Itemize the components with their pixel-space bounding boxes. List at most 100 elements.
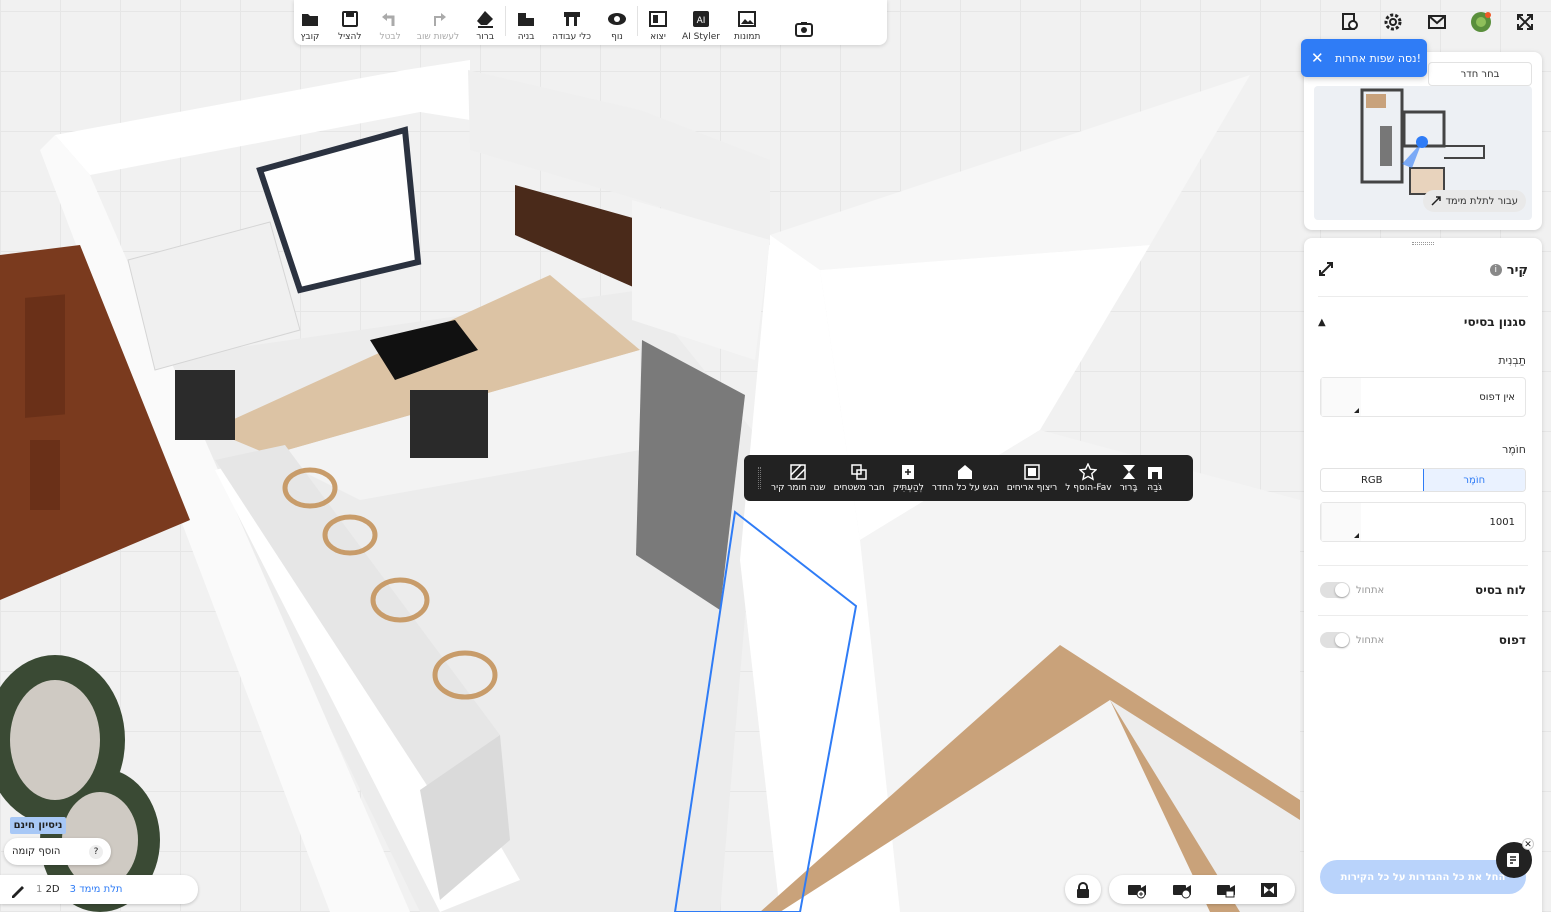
basic-style-section-header[interactable]: סגנון בסיסי ▲ (1318, 312, 1526, 332)
save-label: להציל (338, 32, 362, 42)
copy-icon (902, 465, 915, 479)
tab-material[interactable]: חוֹמֶר (1422, 469, 1525, 491)
split-view-icon[interactable] (1260, 881, 1278, 899)
top-toolbar: קובץ להציל לבטל לעשות שוב ברור בניה כלי … (294, 0, 887, 45)
star-icon (1079, 463, 1098, 481)
view-label: נוף (611, 32, 623, 42)
build-label: בניה (517, 32, 535, 42)
save-button[interactable]: להציל (336, 0, 363, 42)
baseboard-row: לוח בסיס אתחול (1320, 580, 1526, 600)
fullscreen-icon (1517, 14, 1533, 30)
search-plan-icon (1342, 13, 1358, 30)
apply-room-button[interactable]: הגש על כל החדר (928, 458, 1003, 498)
camera-list-icon[interactable] (1215, 881, 1237, 899)
tile-arrays-button[interactable]: ריצוף אריחים (1003, 458, 1061, 498)
toolbar-drag-handle[interactable] (758, 467, 761, 489)
template-select[interactable]: אין דפוס (1320, 377, 1526, 417)
basic-style-title: סגנון בסיסי (1463, 315, 1526, 329)
pencil-icon[interactable] (10, 882, 26, 898)
join-surfaces-button[interactable]: חבר משטחים (830, 458, 889, 498)
add-camera-icon[interactable] (1126, 881, 1148, 899)
redo-label: לעשות שוב (416, 32, 460, 42)
settings-button[interactable] (1381, 10, 1405, 34)
feedback-button[interactable]: ✕ (1496, 838, 1534, 878)
baseboard-state: אתחול (1356, 584, 1385, 596)
template-swatch (1321, 378, 1361, 416)
build-button[interactable]: בניה (514, 0, 538, 42)
3d-cube-icon (1431, 196, 1442, 206)
eraser-icon (477, 11, 494, 28)
fullscreen-button[interactable] (1513, 10, 1537, 34)
material-select[interactable]: 1001 (1320, 502, 1526, 542)
choose-room-button[interactable]: בחר חדר (1428, 62, 1532, 86)
pattern-label: דפוס (1498, 633, 1526, 647)
dropdown-corner-icon (1354, 408, 1359, 413)
apply-all-walls-button[interactable]: החל את כל ההגדרות על כל הקירות (1320, 860, 1526, 894)
change-wall-material-button[interactable]: שנה חומר קיר (767, 458, 830, 498)
go-3d-label: עבור לתלת מימד (1445, 195, 1518, 207)
panel-drag-handle[interactable] (1412, 242, 1434, 245)
wall-height-button[interactable]: גֹּבַהּ (1142, 458, 1168, 498)
file-button[interactable]: קובץ (298, 0, 322, 42)
material-mode-toggle: חוֹמֶר RGB (1320, 468, 1526, 492)
build-icon (518, 13, 535, 26)
free-trial-badge[interactable]: ניסיון חינם (10, 817, 66, 834)
language-tip-text[interactable]: נסה שפות אחרות! (1335, 52, 1421, 65)
avatar[interactable] (1469, 10, 1493, 34)
copy-button[interactable]: לְהַעְתִּיק (889, 458, 928, 498)
baseboard-toggle[interactable] (1320, 582, 1350, 598)
export-label: יצוא (650, 32, 666, 42)
add-fav-button[interactable]: הוסף ל-Fav (1061, 458, 1115, 498)
undo-label: לבטל (379, 32, 401, 42)
add-floor-button[interactable]: הוסף קומה ? (4, 838, 111, 865)
go-3d-button[interactable]: עבור לתלת מימד (1423, 190, 1526, 212)
redo-button[interactable]: לעשות שוב (415, 0, 461, 42)
tools-button[interactable]: כלי עבודה (550, 0, 593, 42)
expand-icon[interactable] (1318, 261, 1334, 280)
dropdown-corner-icon (1354, 533, 1359, 538)
join-surfaces-label: חבר משטחים (833, 483, 885, 493)
help-icon[interactable]: ? (89, 844, 103, 859)
join-icon (851, 464, 867, 480)
pattern-row: דפוס אתחול (1320, 630, 1526, 650)
template-value: אין דפוס (1479, 391, 1515, 403)
room-icon (958, 465, 973, 479)
images-button[interactable]: תמונות (732, 0, 762, 42)
export-button[interactable]: יצוא (646, 0, 670, 42)
ai-styler-button[interactable]: AI AI Styler (680, 0, 722, 42)
mail-button[interactable] (1425, 10, 1449, 34)
toolbar-divider (636, 6, 638, 36)
divider (1318, 615, 1528, 616)
view-3d-tab[interactable]: 3 תלת מימד (70, 884, 123, 895)
image-icon (738, 11, 757, 27)
pattern-toggle[interactable] (1320, 632, 1350, 648)
camera-icon (795, 22, 814, 37)
view-2d-tab[interactable]: 1 2D (36, 884, 60, 895)
snapshot-button[interactable] (792, 0, 816, 42)
avatar-icon (1471, 12, 1491, 32)
clear-wall-button[interactable]: בָּרוּר (1116, 458, 1142, 498)
redo-icon (433, 13, 446, 26)
close-icon[interactable]: ✕ (1311, 50, 1324, 66)
camera-settings-icon[interactable] (1171, 881, 1193, 899)
change-wall-material-label: שנה חומר קיר (771, 483, 826, 493)
edit-note-icon (1507, 853, 1519, 867)
lock-button[interactable] (1065, 875, 1101, 904)
divider (1318, 296, 1528, 297)
minimap-panel: בחר חדר עבור לתלת מימד (1304, 52, 1542, 230)
undo-button[interactable]: לבטל (377, 0, 402, 42)
plan-search-button[interactable] (1338, 10, 1362, 34)
add-fav-label: הוסף ל-Fav (1065, 483, 1112, 493)
template-label: תַבְנִית (1498, 354, 1526, 367)
tab-rgb[interactable]: RGB (1321, 469, 1423, 491)
close-icon[interactable]: ✕ (1522, 838, 1534, 850)
info-icon[interactable]: i (1489, 264, 1502, 276)
folder-icon (302, 14, 318, 26)
svg-text:AI: AI (697, 16, 706, 26)
panel-title: קִיר (1506, 262, 1528, 278)
view-button[interactable]: נוף (605, 0, 629, 42)
tile-arrays-label: ריצוף אריחים (1006, 483, 1058, 493)
material-value: 1001 (1489, 516, 1515, 528)
clear-button[interactable]: ברור (473, 0, 497, 42)
wall-properties-panel: קִיר i סגנון בסיסי ▲ תַבְנִית אין דפוס ח… (1304, 238, 1542, 912)
